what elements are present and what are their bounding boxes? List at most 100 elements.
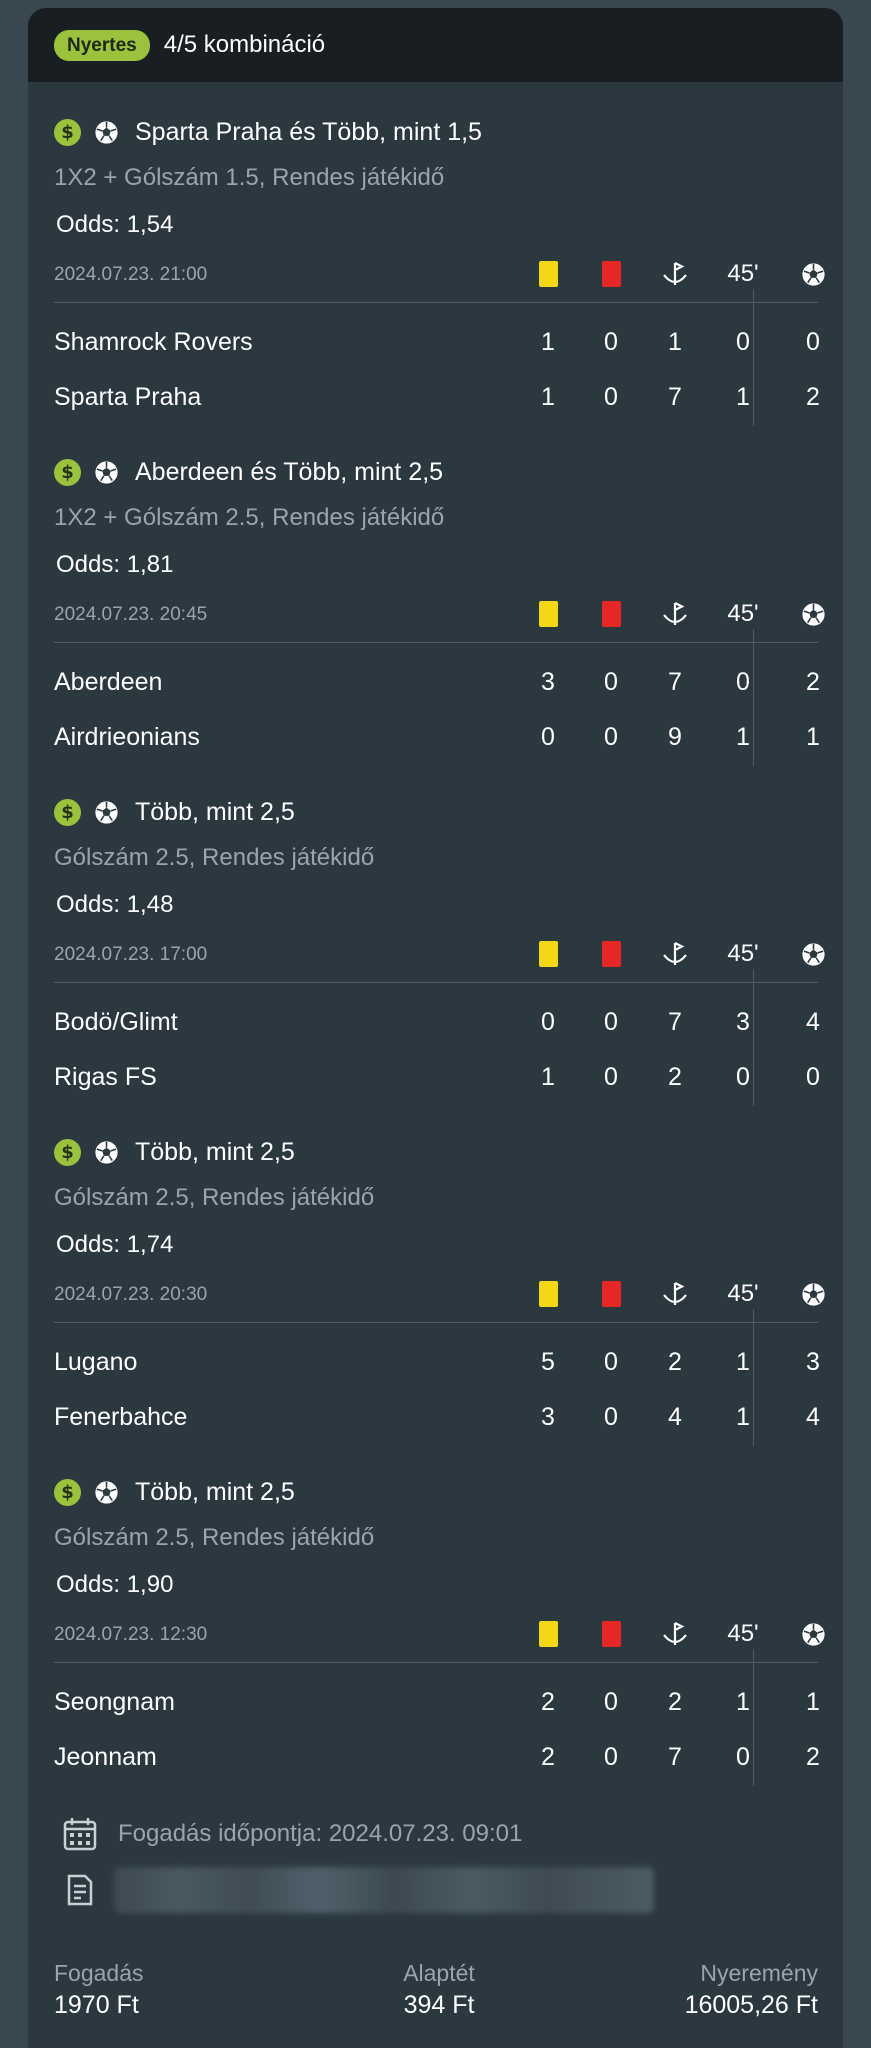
stat-red: 0 [604,668,618,696]
goals-column-header [793,254,833,294]
stat-yellow: 0 [541,1008,555,1036]
header-divider [54,1322,818,1323]
stat-corners: 2 [668,1063,682,1091]
bet-odds: Odds: 1,90 [56,1571,174,1598]
stake-label: Fogadás [54,1960,144,1986]
goals-column-header [793,594,833,634]
stat-goals: 3 [806,1348,820,1376]
team-row: Aberdeen 3 0 7 0 2 [54,662,820,702]
stat-goals: 1 [806,1688,820,1716]
stat-corners: 2 [668,1688,682,1716]
dollar-icon: $ [54,1478,81,1506]
corner-flag-icon [663,1622,687,1645]
team-name: Rigas FS [54,1063,157,1091]
stat-red: 0 [604,1348,618,1376]
corner-flag-icon [663,942,687,965]
stat-corners: 2 [668,1348,682,1376]
red-card-icon [601,1281,621,1307]
stat-ht: 0 [736,668,750,696]
bet-title-row: $ Több, mint 2,5 [54,1474,295,1510]
goals-ball-icon [800,941,826,967]
team-row: Sparta Praha 1 0 7 1 2 [54,377,820,417]
soccer-ball-icon [94,459,119,485]
yellow-card-column-header [528,254,568,294]
team-name: Sparta Praha [54,383,202,411]
bet-odds: Odds: 1,54 [56,211,174,238]
bet-odds: Odds: 1,74 [56,1231,174,1258]
stat-red: 0 [604,328,618,356]
status-badge: Nyertes [54,29,150,61]
match-datetime: 2024.07.23. 21:00 [54,264,208,285]
stat-corners: 7 [668,668,682,696]
team-name: Airdrieonians [54,723,200,751]
team-row: Seongnam 2 0 2 1 1 [54,1682,820,1722]
stat-yellow: 1 [541,1063,555,1091]
half-time-label: 45' [727,600,759,627]
stat-red: 0 [604,723,618,751]
yellow-card-icon [538,1621,558,1647]
stat-red: 0 [604,1688,618,1716]
base-stake-label: Alaptét [403,1960,475,1986]
stat-yellow: 1 [541,328,555,356]
stat-ht: 1 [736,1348,750,1376]
half-time-column-header: 45' [713,1614,773,1654]
goals-column-header [793,1614,833,1654]
stat-goals: 2 [806,383,820,411]
dollar-icon: $ [54,458,81,486]
winnings-value: 16005,26 Ft [684,1991,818,2019]
team-name: Seongnam [54,1688,175,1716]
corner-flag-icon [663,262,687,285]
team-row: Shamrock Rovers 1 0 1 0 0 [54,322,820,362]
stat-corners: 7 [668,383,682,411]
stat-yellow: 2 [541,1688,555,1716]
team-row: Rigas FS 1 0 2 0 0 [54,1057,820,1097]
bet-title: Több, mint 2,5 [135,797,295,826]
soccer-ball-icon [94,1479,119,1505]
red-card-icon [601,1621,621,1647]
yellow-card-column-header [528,1614,568,1654]
stat-corners: 7 [668,1743,682,1771]
team-row: Fenerbahce 3 0 4 1 4 [54,1397,820,1437]
header-divider [54,642,818,643]
stat-corners: 1 [668,328,682,356]
stat-goals: 4 [806,1008,820,1036]
bet-market: Gólszám 2.5, Rendes játékidő [54,1524,375,1551]
winnings-label: Nyeremény [700,1960,818,1986]
dollar-icon: $ [54,1138,81,1166]
bet-selection: $ Sparta Praha és Több, mint 1,5 1X2 + Gól… [54,114,826,454]
stat-goals: 2 [806,1743,820,1771]
stat-red: 0 [604,1743,618,1771]
combination-title: 4/5 kombináció [163,31,326,58]
yellow-card-column-header [528,934,568,974]
team-row: Lugano 5 0 2 1 3 [54,1342,820,1382]
match-datetime: 2024.07.23. 20:45 [54,604,208,625]
bet-selection: $ Aberdeen és Több, mint 2,5 1X2 + Gólszám… [54,454,826,794]
stat-red: 0 [604,1063,618,1091]
base-stake-summary: Alaptét 394 Ft [394,1960,484,2020]
card-header: Nyertes 4/5 kombináció [28,8,843,82]
stat-corners: 9 [668,723,682,751]
stat-ht: 1 [736,1688,750,1716]
calendar-icon [63,1818,97,1851]
stat-yellow: 3 [541,668,555,696]
bet-selection: $ Több, mint 2,5 Gólszám 2.5, Rendes játék… [54,1474,826,1814]
stat-ht: 1 [736,723,750,751]
bet-market: Gólszám 2.5, Rendes játékidő [54,1184,375,1211]
goals-ball-icon [800,601,826,627]
half-time-label: 45' [727,940,759,967]
red-card-column-header [591,254,631,294]
stat-yellow: 0 [541,723,555,751]
bet-title: Sparta Praha és Több, mint 1,5 [135,117,482,146]
team-row: Jeonnam 2 0 7 0 2 [54,1737,820,1777]
corner-column-header [655,1274,695,1314]
team-name: Bodö/Glimt [54,1008,178,1036]
bet-odds: Odds: 1,81 [56,551,174,578]
header-divider [54,302,818,303]
bet-title: Aberdeen és Több, mint 2,5 [135,457,444,486]
stat-yellow: 5 [541,1348,555,1376]
half-time-label: 45' [727,1620,759,1647]
red-card-column-header [591,1274,631,1314]
stake-summary: Fogadás 1970 Ft [54,1960,144,2020]
corner-column-header [655,254,695,294]
half-time-column-header: 45' [713,1274,773,1314]
